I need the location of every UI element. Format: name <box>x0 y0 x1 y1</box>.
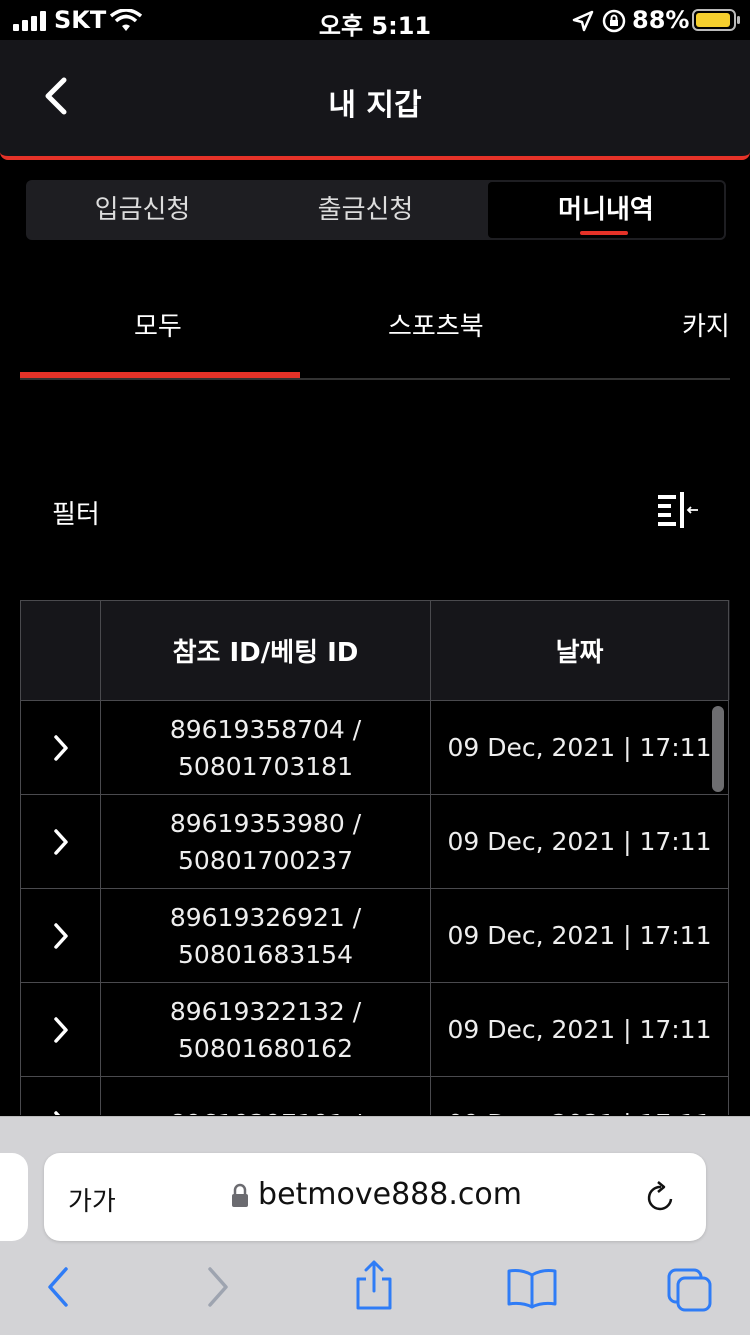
status-bar: SKT 오후 5:11 88% <box>0 0 750 40</box>
header-date: 날짜 <box>430 600 729 701</box>
tab-money-history[interactable]: 머니내역 <box>488 182 724 238</box>
header-expand-column <box>20 600 101 701</box>
table-row-date: 09 Dec, 2021 | 17:11 <box>430 794 729 889</box>
browser-toolbar: 가가 betmove888.com <box>0 1116 750 1335</box>
app-header: 내 지갑 <box>0 40 750 160</box>
table-row-reference-id: 89619326921 / 50801683154 <box>100 888 431 983</box>
table-row-date: 09 Dec, 2021 | 17:11 <box>430 888 729 983</box>
tab-deposit[interactable]: 입금신청 <box>26 180 259 240</box>
table-row-reference-id: 89619322132 / 50801680162 <box>100 982 431 1077</box>
forward-icon[interactable] <box>202 1265 234 1309</box>
reference-id: 89619358704 / <box>169 714 362 744</box>
address-bar[interactable]: 가가 betmove888.com <box>44 1153 706 1241</box>
chevron-right-icon <box>53 1110 61 1115</box>
table-header: 참조 ID/베팅 ID 날짜 <box>20 600 730 701</box>
reference-id: 89619326921 / <box>169 902 362 932</box>
share-icon[interactable] <box>352 1259 396 1311</box>
category-divider <box>20 378 730 380</box>
row-expand-button[interactable] <box>20 888 101 983</box>
table-row-reference-id: 89619297191 / <box>100 1076 431 1115</box>
previous-tab-card[interactable] <box>0 1153 28 1241</box>
rotation-lock-icon <box>602 9 626 33</box>
url-text[interactable]: betmove888.com <box>44 1177 706 1212</box>
money-history-table: 참조 ID/베팅 ID 날짜 89619358704 / 50801703181… <box>20 600 730 1115</box>
category-tab-all[interactable]: 모두 <box>134 306 182 343</box>
bet-id: 50801703181 <box>178 751 353 781</box>
table-row-date: 09 Dec, 2021 | 17:11 <box>430 1076 729 1115</box>
bookmarks-icon[interactable] <box>506 1267 558 1309</box>
table-row-date: 09 Dec, 2021 | 17:11 <box>430 982 729 1077</box>
wallet-tabs: 입금신청 출금신청 머니내역 <box>26 180 726 240</box>
chevron-right-icon <box>53 828 68 855</box>
page-title: 내 지갑 <box>328 88 422 123</box>
back-icon[interactable] <box>42 1265 74 1309</box>
table-row-reference-id: 89619358704 / 50801703181 <box>100 700 431 795</box>
table-row-date: 09 Dec, 2021 | 17:11 <box>430 700 729 795</box>
row-expand-button[interactable] <box>20 794 101 889</box>
category-tab-sportsbook[interactable]: 스포츠북 <box>388 306 484 343</box>
bet-id: 50801700237 <box>178 845 353 875</box>
battery-percent: 88% <box>632 6 690 34</box>
table-row-reference-id: 89619353980 / 50801700237 <box>100 794 431 889</box>
row-expand-button[interactable] <box>20 700 101 795</box>
bet-id: 50801683154 <box>178 939 353 969</box>
reference-id: 89619297191 / <box>170 1105 361 1115</box>
battery-icon <box>692 9 740 31</box>
filter-collapse-icon[interactable] <box>656 492 700 528</box>
table-scrollbar[interactable] <box>712 706 724 792</box>
category-active-indicator <box>20 372 300 378</box>
bet-id: 50801680162 <box>178 1033 353 1063</box>
row-expand-button[interactable] <box>20 982 101 1077</box>
chevron-right-icon <box>53 922 68 949</box>
header-reference-id: 참조 ID/베팅 ID <box>100 600 431 701</box>
chevron-right-icon <box>53 734 68 761</box>
category-tab-casino[interactable]: 카지 <box>682 306 730 343</box>
row-expand-button[interactable] <box>20 1076 101 1115</box>
tab-withdraw[interactable]: 출금신청 <box>249 180 482 240</box>
chevron-right-icon <box>53 1016 68 1043</box>
reference-id: 89619353980 / <box>169 808 362 838</box>
active-tab-indicator <box>580 231 628 235</box>
reference-id: 89619322132 / <box>169 996 362 1026</box>
location-arrow-icon <box>572 10 594 32</box>
tabs-icon[interactable] <box>666 1267 714 1313</box>
reload-icon[interactable] <box>644 1179 678 1215</box>
filter-label[interactable]: 필터 <box>52 494 100 531</box>
